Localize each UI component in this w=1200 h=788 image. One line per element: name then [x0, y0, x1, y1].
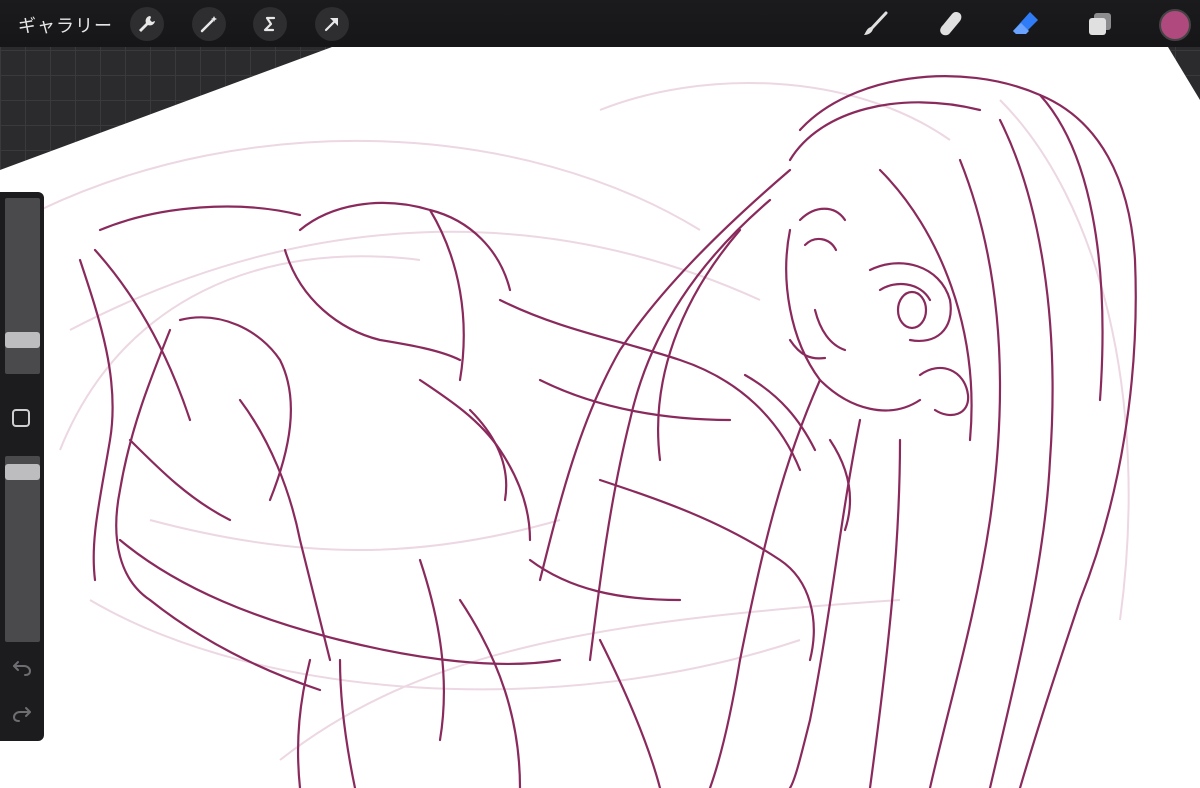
opacity-thumb[interactable] [5, 464, 40, 480]
undo-icon[interactable] [11, 657, 33, 679]
redo-icon[interactable] [11, 703, 33, 725]
selection-button[interactable] [253, 7, 287, 41]
transform-button[interactable] [315, 7, 349, 41]
selection-s-icon [263, 16, 276, 32]
layers-icon [1089, 13, 1111, 35]
actions-button[interactable] [130, 7, 164, 41]
top-toolbar: ギャラリー [0, 0, 1200, 47]
arrow-cursor-icon [324, 17, 339, 32]
color-picker-button[interactable] [1159, 9, 1191, 41]
brush-icon [864, 11, 888, 35]
gallery-button[interactable]: ギャラリー [18, 12, 113, 38]
canvas-paper [0, 47, 1200, 788]
left-sidebar [0, 192, 44, 741]
smudge-finger-icon [940, 12, 962, 36]
smudge-tool-button[interactable] [935, 8, 967, 40]
magic-wand-icon [200, 16, 217, 33]
brush-tool-button[interactable] [860, 8, 892, 40]
brush-size-thumb[interactable] [5, 332, 40, 348]
adjustments-button[interactable] [192, 7, 226, 41]
eraser-icon [1013, 12, 1038, 34]
modify-button[interactable] [12, 409, 30, 427]
eraser-tool-button[interactable] [1010, 8, 1042, 40]
opacity-slider[interactable] [5, 456, 40, 642]
wrench-icon [139, 16, 155, 32]
layers-button[interactable] [1084, 8, 1116, 40]
drawing-canvas[interactable] [0, 0, 1200, 788]
